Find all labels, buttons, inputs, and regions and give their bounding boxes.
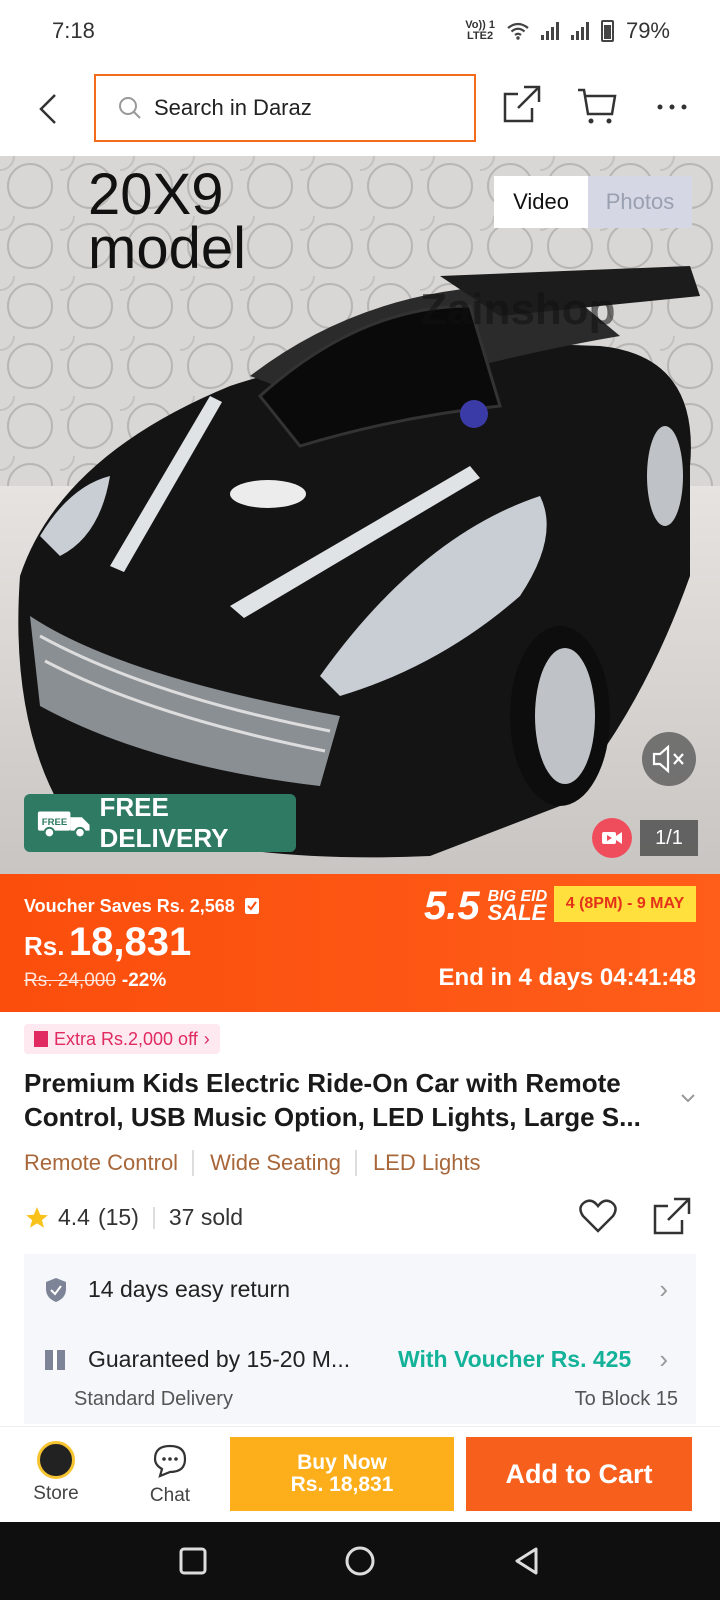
rating-value: 4.4	[58, 1204, 90, 1230]
heart-icon	[579, 1199, 617, 1233]
battery-level: 79%	[625, 18, 670, 43]
delivery-voucher-text: With Voucher Rs. 425	[398, 1346, 632, 1372]
delivery-destination: To Block 15	[574, 1388, 678, 1410]
header-share-button[interactable]	[502, 84, 546, 130]
media-counter: 1/1	[640, 820, 698, 856]
free-delivery-label: FREE DELIVERY	[99, 792, 229, 853]
discount-percent: -22%	[121, 970, 167, 991]
tag-item: LED Lights	[372, 1150, 481, 1175]
svg-text:FREE: FREE	[42, 817, 67, 828]
recents-icon[interactable]	[178, 1546, 208, 1576]
signal-icon-2	[570, 22, 589, 40]
store-logo-icon	[37, 1441, 75, 1479]
review-count: (15)	[97, 1204, 139, 1230]
chevron-right-icon: ›	[659, 1274, 668, 1304]
store-button[interactable]: Store	[28, 1441, 84, 1505]
top-header: Search in Daraz	[0, 62, 720, 156]
chevron-right-icon: ›	[659, 1344, 668, 1374]
tab-photos[interactable]: Photos	[588, 176, 692, 228]
product-tags: Remote Control Wide Seating LED Lights	[24, 1150, 511, 1176]
share-icon	[653, 1197, 691, 1235]
delivery-box-icon	[45, 1350, 65, 1370]
rating-row[interactable]: 4.4 (15) 37 sold	[24, 1204, 243, 1231]
system-nav-bar	[0, 1522, 720, 1600]
sale-campaign-logo: 5.5 BIG EID SALE	[424, 884, 548, 928]
status-time: 7:18	[52, 18, 95, 43]
chat-button[interactable]: Chat	[142, 1441, 198, 1507]
share-icon	[503, 85, 541, 123]
search-icon	[119, 97, 141, 119]
more-options-button[interactable]	[652, 92, 692, 122]
price-banner: Voucher Saves Rs. 2,568 Rs. 18,831 Rs. 2…	[0, 874, 720, 1012]
shield-check-icon	[46, 1278, 66, 1302]
voucher-saves: Voucher Saves Rs. 2,568	[24, 896, 260, 917]
video-camera-icon	[602, 832, 622, 844]
gift-icon	[34, 1031, 48, 1047]
signal-icon	[540, 22, 559, 40]
divider	[152, 1206, 155, 1229]
model-overlay-text: 20X9 model	[88, 162, 246, 281]
extra-off-voucher[interactable]: Extra Rs.2,000 off ›	[24, 1024, 220, 1054]
buy-now-button[interactable]: Buy Now Rs. 18,831	[230, 1437, 454, 1511]
wifi-icon	[507, 22, 529, 40]
star-icon	[26, 1206, 48, 1228]
volume-muted-icon	[652, 744, 684, 774]
delivery-truck-icon: FREE	[37, 811, 90, 839]
header-cart-button[interactable]	[576, 84, 622, 130]
svg-text:Zainshop: Zainshop	[420, 285, 616, 334]
original-price: Rs. 24,000 -22%	[24, 970, 167, 991]
mute-button[interactable]	[642, 732, 696, 786]
tab-video[interactable]: Video	[494, 176, 588, 228]
chat-bubble-icon	[153, 1444, 187, 1478]
battery-icon	[600, 20, 614, 42]
product-title[interactable]: Premium Kids Electric Ride-On Car with R…	[24, 1066, 674, 1134]
tag-item: Wide Seating	[210, 1150, 357, 1176]
status-bar: 7:18 Vo)) 1 LTE2 79%	[0, 0, 720, 62]
countdown-timer: End in 4 days 04:41:48	[438, 964, 696, 991]
voucher-check-icon	[244, 898, 259, 914]
status-icons: Vo)) 1 LTE2 79%	[465, 18, 670, 44]
wishlist-button[interactable]	[578, 1196, 622, 1240]
search-placeholder: Search in Daraz	[154, 95, 312, 120]
delivery-type: Standard Delivery	[74, 1388, 233, 1410]
delivery-guarantee-text: Guaranteed by 15-20 M...	[88, 1346, 351, 1372]
cart-icon	[578, 88, 617, 124]
current-price: Rs. 18,831	[24, 920, 192, 964]
sale-dates-badge: 4 (8PM) - 9 MAY	[554, 886, 696, 922]
expand-title-chevron-icon[interactable]	[678, 1088, 698, 1108]
bottom-action-bar: Store Chat Buy Now Rs. 18,831 Add to Car…	[0, 1426, 720, 1522]
back-nav-icon[interactable]	[512, 1546, 542, 1576]
more-dots-icon	[657, 104, 687, 110]
free-delivery-badge: FREE FREE DELIVERY	[24, 792, 296, 853]
product-share-button[interactable]	[652, 1196, 696, 1240]
back-button[interactable]	[28, 84, 68, 134]
chevron-right-icon: ›	[203, 1028, 210, 1049]
video-play-icon[interactable]	[592, 818, 632, 858]
home-icon[interactable]	[344, 1545, 376, 1577]
tag-item: Remote Control	[24, 1150, 195, 1176]
add-to-cart-button[interactable]: Add to Cart	[466, 1437, 692, 1511]
return-policy-text: 14 days easy return	[88, 1276, 291, 1302]
network-type-label: Vo)) 1 LTE2	[465, 19, 495, 42]
media-type-toggle: Video Photos	[494, 176, 692, 228]
back-arrow-icon	[39, 94, 56, 124]
sold-count: 37 sold	[168, 1204, 244, 1230]
search-input[interactable]: Search in Daraz	[94, 74, 476, 142]
product-media-gallery[interactable]: Zainshop 20X9 model Video Photos FREE FR…	[0, 156, 720, 874]
